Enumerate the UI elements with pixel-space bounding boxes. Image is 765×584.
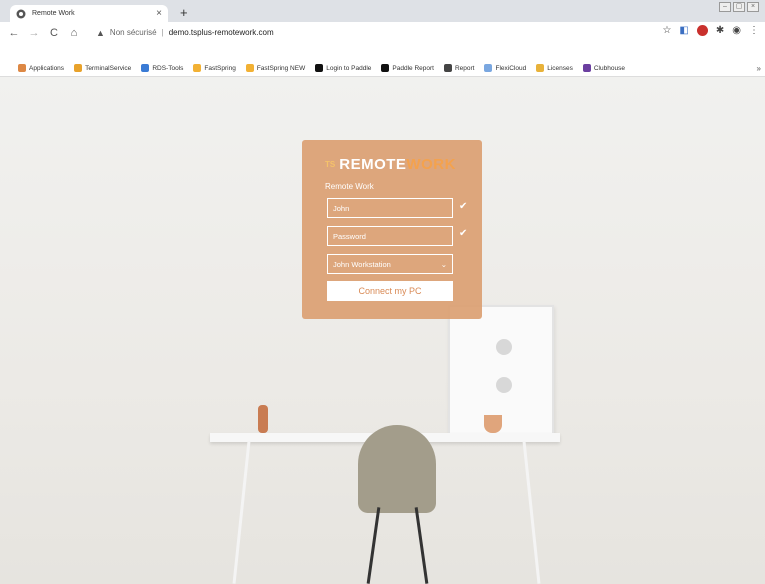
bookmark-item[interactable]: RDS-Tools <box>141 64 183 72</box>
frame-circle <box>496 377 512 393</box>
page-background: TS REMOTE WORK Remote Work John ✔ Passwo… <box>0 77 765 584</box>
desk-leg <box>522 441 541 584</box>
rds-icon <box>141 64 150 72</box>
chair-image <box>358 425 436 513</box>
check-icon: ✔ <box>459 228 468 239</box>
login-card: TS REMOTE WORK Remote Work John ✔ Passwo… <box>302 140 482 319</box>
bookmark-label: TerminalService <box>85 64 132 72</box>
url-text[interactable]: demo.tsplus-remotework.com <box>169 28 274 37</box>
licenses-icon <box>536 64 545 72</box>
clubhouse-icon <box>582 64 591 72</box>
bookmark-label: Login to Paddle <box>326 64 372 72</box>
bookmarks-bar: Applications TerminalService RDS-Tools Fast… <box>0 60 765 77</box>
vase-image <box>258 405 268 433</box>
tab-strip: Remote Work × + – ▢ × <box>0 0 765 22</box>
bookmark-item[interactable]: Report <box>443 64 475 72</box>
flexicloud-icon <box>484 64 493 72</box>
bookmark-item[interactable]: Clubhouse <box>582 64 625 72</box>
frame-circle <box>496 339 512 355</box>
forward-button[interactable]: → <box>26 27 42 39</box>
fastspring-icon <box>193 64 202 72</box>
bookmark-item[interactable]: TerminalService <box>74 64 131 72</box>
plant-pot-image <box>484 415 502 433</box>
warning-icon[interactable]: ▲ <box>96 28 105 38</box>
bookmark-label: FastSpring <box>204 64 236 72</box>
new-tab-button[interactable]: + <box>180 5 188 20</box>
grid-icon <box>18 64 26 72</box>
tab-remote-work[interactable]: Remote Work × <box>10 5 168 22</box>
address-bar[interactable]: ▲ Non sécurisé | demo.tsplus-remotework.… <box>96 25 656 40</box>
menu-icon[interactable]: ⋮ <box>749 25 759 36</box>
logo-ts: TS <box>325 159 336 169</box>
workstation-select[interactable]: John Workstation ⌄ <box>327 254 453 274</box>
bookmark-label: Applications <box>29 64 65 72</box>
chevron-down-icon: ⌄ <box>440 259 447 269</box>
bookmark-item[interactable]: Licenses <box>536 64 573 72</box>
logo-work: WORK <box>406 155 456 173</box>
home-button[interactable]: ⌂ <box>66 27 82 39</box>
login-subtitle: Remote Work <box>325 182 374 191</box>
password-field[interactable]: Password <box>327 226 453 246</box>
bookmark-star-icon[interactable]: ☆ <box>662 25 671 36</box>
bookmark-label: RDS-Tools <box>152 64 184 72</box>
separator: | <box>161 28 164 37</box>
logo-remote: REMOTE <box>339 155 407 173</box>
ts-icon <box>74 64 83 72</box>
close-window-icon[interactable]: × <box>747 2 759 12</box>
reload-button[interactable]: C <box>46 27 62 39</box>
chair-leg <box>414 507 429 584</box>
paddle-icon <box>315 64 324 72</box>
puzzle-extension-icon[interactable]: ✱ <box>716 25 724 36</box>
fastspring-icon <box>245 64 254 72</box>
close-tab-icon[interactable]: × <box>156 8 162 19</box>
window-controls: – ▢ × <box>719 2 759 12</box>
bookmark-label: Paddle Report <box>392 64 434 72</box>
bookmark-label: Licenses <box>547 64 573 72</box>
bookmark-label: Report <box>454 64 475 72</box>
browser-toolbar: ← → C ⌂ ▲ Non sécurisé | demo.tsplus-rem… <box>0 22 765 43</box>
adblock-extension-icon[interactable] <box>696 25 708 36</box>
extension-icon[interactable]: ◧ <box>679 25 688 36</box>
bookmark-label: FastSpring NEW <box>256 64 306 72</box>
chair-leg <box>366 507 381 584</box>
remote-work-logo: TS REMOTE WORK <box>325 155 456 173</box>
bookmark-label: FlexiCloud <box>495 64 527 72</box>
bookmark-item[interactable]: Applications <box>18 64 64 72</box>
toolbar-actions: ☆ ◧ ✱ ◉ ⋮ <box>662 25 759 36</box>
bookmark-item[interactable]: FlexiCloud <box>484 64 526 72</box>
security-text: Non sécurisé <box>109 28 157 37</box>
back-button[interactable]: ← <box>6 27 22 39</box>
desk-leg <box>232 441 251 584</box>
minimize-icon[interactable]: – <box>719 2 731 12</box>
username-field[interactable]: John <box>327 198 453 218</box>
tab-title: Remote Work <box>32 10 75 17</box>
bookmark-item[interactable]: Login to Paddle <box>315 64 371 72</box>
bookmarks-more-icon[interactable]: » <box>757 64 761 73</box>
profile-icon[interactable]: ◉ <box>732 25 741 36</box>
report-icon <box>443 64 452 72</box>
maximize-icon[interactable]: ▢ <box>733 2 745 12</box>
globe-icon <box>16 9 26 18</box>
paddle-report-icon <box>381 64 390 72</box>
bookmark-label: Clubhouse <box>593 64 625 72</box>
connect-button[interactable]: Connect my PC <box>327 281 453 301</box>
bookmark-item[interactable]: FastSpring <box>193 64 236 72</box>
check-icon: ✔ <box>459 201 468 212</box>
bookmark-item[interactable]: Paddle Report <box>381 64 434 72</box>
workstation-value: John Workstation <box>333 259 391 269</box>
bookmark-item[interactable]: FastSpring NEW <box>245 64 306 72</box>
